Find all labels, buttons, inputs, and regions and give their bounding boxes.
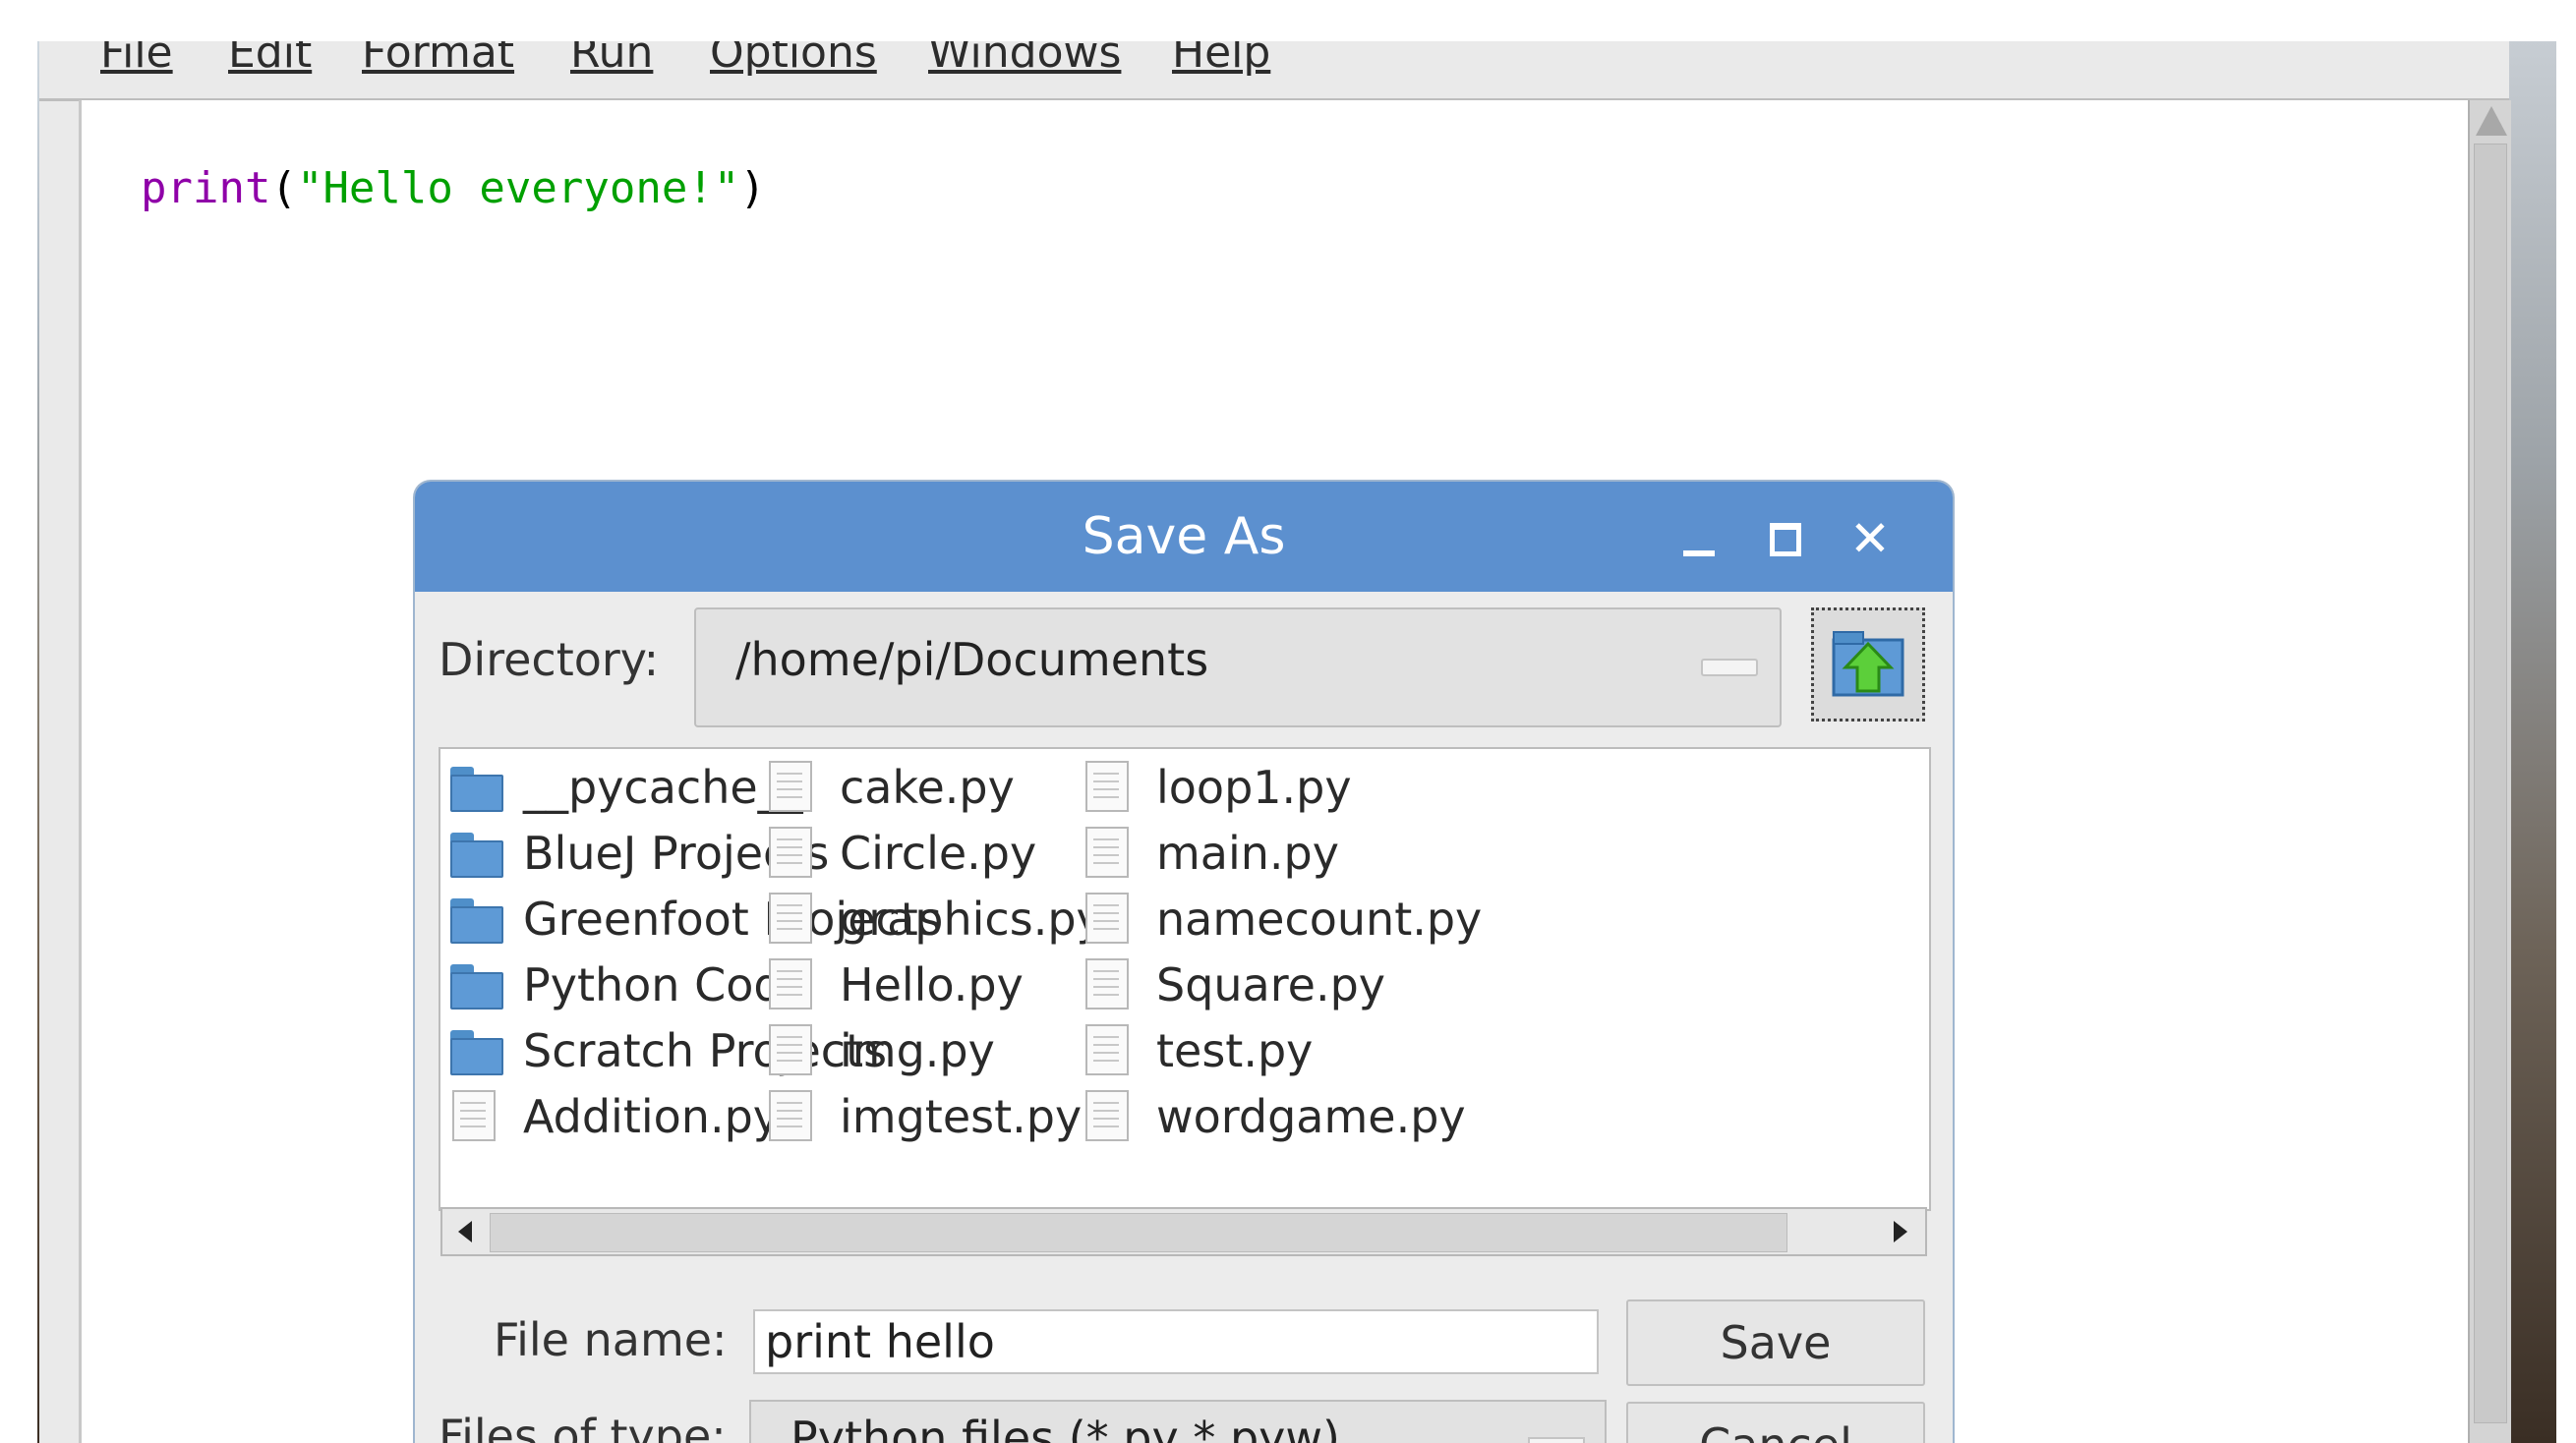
file-name: img.py bbox=[840, 1024, 995, 1077]
menu-file[interactable]: File bbox=[100, 41, 173, 78]
vertical-scrollbar[interactable] bbox=[2468, 100, 2511, 1443]
horizontal-scroll-thumb[interactable] bbox=[490, 1213, 1787, 1252]
file-icon bbox=[1082, 893, 1129, 944]
menu-options[interactable]: Options bbox=[710, 41, 877, 78]
file-item[interactable]: graphics.py bbox=[765, 889, 1103, 950]
folder-icon bbox=[448, 893, 503, 944]
up-folder-button[interactable] bbox=[1811, 607, 1925, 722]
close-icon: ✕ bbox=[1849, 510, 1891, 567]
cancel-button[interactable]: Cancel bbox=[1626, 1402, 1925, 1443]
folder-item[interactable]: Python Code bbox=[448, 954, 810, 1015]
file-icon bbox=[765, 827, 812, 878]
file-list[interactable]: __pycache__ BlueJ Projects Greenfoot Proje… bbox=[439, 747, 1931, 1211]
filetype-dropdown[interactable]: Python files (*.py *.pyw) bbox=[749, 1400, 1607, 1443]
file-name: graphics.py bbox=[840, 893, 1103, 946]
file-icon bbox=[1082, 1024, 1129, 1075]
filename-label: File name: bbox=[494, 1313, 728, 1366]
menu-bar: File Edit Format Run Options Windows Hel… bbox=[39, 41, 2509, 101]
file-icon bbox=[1082, 827, 1129, 878]
scroll-up-arrow-icon[interactable] bbox=[2476, 106, 2507, 136]
file-item[interactable]: imgtest.py bbox=[765, 1086, 1082, 1147]
file-name: wordgame.py bbox=[1156, 1090, 1466, 1143]
file-icon bbox=[448, 1090, 496, 1141]
menu-help[interactable]: Help bbox=[1172, 41, 1270, 78]
file-name: imgtest.py bbox=[840, 1090, 1083, 1143]
file-icon bbox=[1082, 761, 1129, 812]
vertical-scroll-thumb[interactable] bbox=[2474, 144, 2507, 1423]
file-icon bbox=[765, 1090, 812, 1141]
file-item[interactable]: wordgame.py bbox=[1082, 1086, 1466, 1147]
file-icon bbox=[765, 761, 812, 812]
dropdown-handle-icon bbox=[1701, 659, 1758, 676]
code-string: "Hello everyone!" bbox=[296, 163, 740, 213]
file-item[interactable]: Addition.py bbox=[448, 1086, 780, 1147]
file-name: Addition.py bbox=[523, 1090, 780, 1143]
minimize-button[interactable] bbox=[1671, 511, 1727, 566]
directory-dropdown[interactable]: /home/pi/Documents bbox=[694, 607, 1782, 727]
close-button[interactable]: ✕ bbox=[1843, 511, 1898, 566]
maximize-icon bbox=[1770, 523, 1801, 556]
filename-input[interactable] bbox=[753, 1309, 1599, 1374]
filetype-label: Files of type: bbox=[439, 1410, 727, 1443]
filetype-value: Python files (*.py *.pyw) bbox=[790, 1412, 1340, 1443]
file-icon bbox=[1082, 1090, 1129, 1141]
horizontal-scrollbar[interactable] bbox=[440, 1207, 1927, 1256]
menu-windows[interactable]: Windows bbox=[928, 41, 1121, 78]
folder-icon bbox=[448, 958, 503, 1010]
file-icon bbox=[1082, 958, 1129, 1010]
file-item[interactable]: main.py bbox=[1082, 823, 1386, 884]
save-as-dialog: Save As ✕ Directory: /home/pi/Documents … bbox=[415, 482, 1953, 1443]
folder-item[interactable]: Greenfoot Projects bbox=[448, 889, 942, 950]
file-name: Hello.py bbox=[840, 958, 1024, 1011]
file-name: namecount.py bbox=[1156, 893, 1483, 946]
file-name: Square.py bbox=[1156, 958, 1385, 1011]
folder-up-icon bbox=[1832, 631, 1904, 697]
file-item[interactable]: test.py bbox=[1082, 1020, 1386, 1081]
file-icon bbox=[765, 1024, 812, 1075]
file-item[interactable]: Hello.py bbox=[765, 954, 1070, 1015]
folder-item[interactable]: BlueJ Projects bbox=[448, 823, 829, 884]
folder-item[interactable]: Scratch Projects bbox=[448, 1020, 887, 1081]
code-paren-open: ( bbox=[270, 163, 297, 213]
directory-label: Directory: bbox=[439, 633, 660, 686]
folder-item[interactable]: __pycache__ bbox=[448, 757, 803, 818]
menu-run[interactable]: Run bbox=[570, 41, 653, 78]
scroll-right-arrow-icon[interactable] bbox=[1884, 1213, 1919, 1250]
minimize-icon bbox=[1683, 550, 1715, 556]
file-item[interactable]: cake.py bbox=[765, 757, 1070, 818]
menu-edit[interactable]: Edit bbox=[228, 41, 312, 78]
file-icon bbox=[765, 893, 812, 944]
scroll-left-arrow-icon[interactable] bbox=[448, 1213, 484, 1250]
file-name: Circle.py bbox=[840, 827, 1037, 880]
file-icon bbox=[765, 958, 812, 1010]
code-line: print("Hello everyone!") bbox=[141, 163, 766, 213]
desktop-background-right bbox=[2507, 41, 2556, 1443]
file-name: loop1.py bbox=[1156, 761, 1352, 814]
menu-format[interactable]: Format bbox=[362, 41, 514, 78]
save-button[interactable]: Save bbox=[1626, 1299, 1925, 1386]
dialog-titlebar[interactable]: Save As ✕ bbox=[415, 482, 1953, 592]
code-paren-close: ) bbox=[739, 163, 766, 213]
file-item[interactable]: img.py bbox=[765, 1020, 1070, 1081]
file-name: cake.py bbox=[840, 761, 1015, 814]
dropdown-handle-icon bbox=[1528, 1437, 1585, 1443]
file-item[interactable]: loop1.py bbox=[1082, 757, 1386, 818]
file-name: main.py bbox=[1156, 827, 1339, 880]
maximize-button[interactable] bbox=[1758, 511, 1813, 566]
folder-icon bbox=[448, 827, 503, 878]
file-item[interactable]: Square.py bbox=[1082, 954, 1386, 1015]
folder-icon bbox=[448, 761, 503, 812]
file-name: __pycache__ bbox=[523, 761, 803, 814]
folder-icon bbox=[448, 1024, 503, 1075]
code-keyword: print bbox=[141, 163, 271, 213]
file-item[interactable]: namecount.py bbox=[1082, 889, 1482, 950]
file-item[interactable]: Circle.py bbox=[765, 823, 1070, 884]
file-name: test.py bbox=[1156, 1024, 1314, 1077]
directory-value: /home/pi/Documents bbox=[735, 633, 1209, 686]
